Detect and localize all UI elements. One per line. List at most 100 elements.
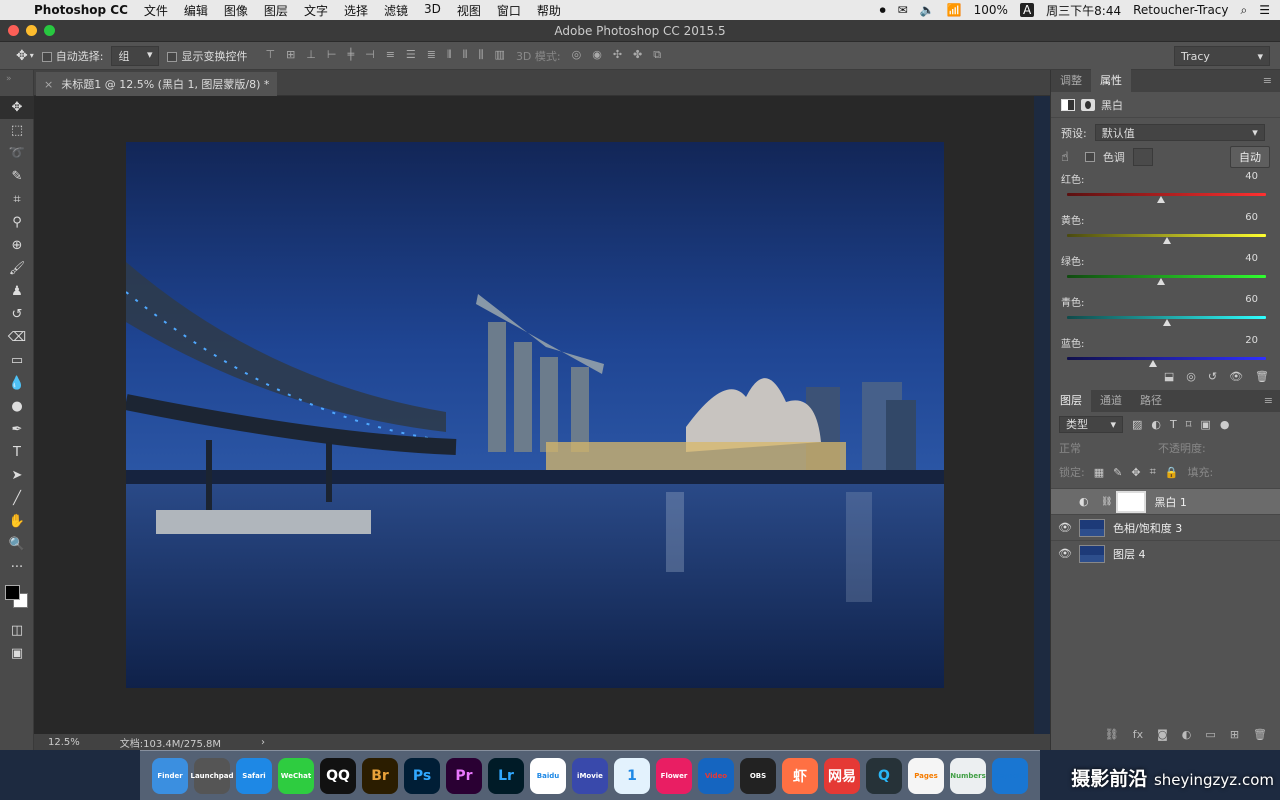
menu-item[interactable]: 3D bbox=[424, 2, 441, 19]
scale-3d-icon[interactable]: ⧉ bbox=[653, 48, 661, 64]
blend-mode[interactable]: 正常 bbox=[1059, 440, 1149, 456]
filter-adjustment-icon[interactable]: ◐ bbox=[1151, 418, 1161, 431]
align-hcenter-icon[interactable]: ╪ bbox=[347, 48, 354, 64]
gradient-tool-icon[interactable]: ▭ bbox=[0, 349, 34, 372]
menu-item[interactable]: 图像 bbox=[224, 2, 248, 19]
tab-properties[interactable]: 属性 bbox=[1091, 68, 1131, 92]
delete-adjustment-icon[interactable]: 🗑 bbox=[1255, 370, 1269, 383]
notification-center-icon[interactable]: ☰ bbox=[1259, 3, 1270, 17]
new-layer-icon[interactable]: ⊞ bbox=[1230, 728, 1239, 741]
visibility-eye-icon[interactable]: 👁 bbox=[1229, 370, 1243, 383]
distribute-bottom-icon[interactable]: ≣ bbox=[427, 48, 436, 64]
blur-tool-icon[interactable]: 💧 bbox=[0, 372, 34, 395]
menu-item[interactable]: 图层 bbox=[264, 2, 288, 19]
battery-status[interactable]: 100% bbox=[974, 3, 1008, 17]
dock-app-numbers[interactable]: Numbers bbox=[950, 757, 986, 794]
dock-app--[interactable]: 网易 bbox=[824, 757, 860, 794]
dock-app-baidu[interactable]: Baidu bbox=[530, 757, 566, 794]
layer-name[interactable]: 图层 4 bbox=[1113, 546, 1146, 562]
dock-app-safari[interactable]: Safari bbox=[236, 757, 272, 794]
visibility-eye-icon[interactable]: 👁 bbox=[1051, 521, 1079, 534]
menu-item[interactable]: 选择 bbox=[344, 2, 368, 19]
clone-stamp-tool-icon[interactable]: ♟ bbox=[0, 280, 34, 303]
dock-app-launchpad[interactable]: Launchpad bbox=[190, 757, 234, 794]
dock-app-imovie[interactable]: iMovie bbox=[572, 757, 608, 794]
new-group-icon[interactable]: ▭ bbox=[1205, 728, 1215, 741]
user-name[interactable]: Retoucher-Tracy bbox=[1133, 3, 1228, 17]
auto-select-dropdown[interactable]: 组 ▾ bbox=[111, 45, 160, 66]
view-previous-icon[interactable]: ◎ bbox=[1186, 370, 1196, 383]
distribute-hcenter-icon[interactable]: ⦀ bbox=[463, 48, 468, 64]
drag-3d-icon[interactable]: ✣ bbox=[613, 48, 622, 64]
panel-menu-icon[interactable]: ≡ bbox=[1263, 74, 1272, 87]
layer-style-icon[interactable]: fx bbox=[1133, 728, 1143, 741]
menu-item[interactable]: 文字 bbox=[304, 2, 328, 19]
clock[interactable]: 周三下午8:44 bbox=[1046, 2, 1121, 19]
dock-app-keynote[interactable]: Keynote bbox=[992, 757, 1028, 794]
dock-app-pages[interactable]: Pages bbox=[908, 757, 944, 794]
pen-tool-icon[interactable]: ✒ bbox=[0, 418, 34, 441]
slider-value[interactable]: 40 bbox=[1245, 171, 1258, 186]
slider-value[interactable]: 60 bbox=[1245, 212, 1258, 227]
status-chevron-icon[interactable]: › bbox=[261, 737, 265, 748]
slider-track[interactable] bbox=[1067, 234, 1266, 244]
menu-item[interactable]: 视图 bbox=[457, 2, 481, 19]
layer-mask-thumbnail[interactable] bbox=[1116, 490, 1147, 513]
distribute-left-icon[interactable]: ⫴ bbox=[447, 48, 452, 64]
reset-icon[interactable]: ↺ bbox=[1208, 370, 1217, 383]
layer-name[interactable]: 黑白 1 bbox=[1154, 494, 1187, 510]
type-tool-icon[interactable]: T bbox=[0, 441, 34, 464]
slide-3d-icon[interactable]: ✤ bbox=[633, 48, 642, 64]
lock-pixels-icon[interactable]: ✎ bbox=[1113, 466, 1122, 479]
menu-item[interactable]: 滤镜 bbox=[384, 2, 408, 19]
dodge-tool-icon[interactable]: ● bbox=[0, 395, 34, 418]
add-mask-icon[interactable]: ◙ bbox=[1157, 728, 1168, 741]
layers-menu-icon[interactable]: ≡ bbox=[1264, 394, 1273, 407]
color-slider[interactable]: 青色: 60 bbox=[1051, 294, 1280, 331]
link-layers-icon[interactable]: ⛓ bbox=[1105, 728, 1119, 741]
menu-item[interactable]: 帮助 bbox=[537, 2, 561, 19]
spotlight-icon[interactable]: ⌕ bbox=[1241, 3, 1248, 18]
slider-value[interactable]: 60 bbox=[1245, 294, 1258, 309]
delete-layer-icon[interactable]: 🗑 bbox=[1253, 728, 1267, 741]
dock-app-wechat[interactable]: WeChat bbox=[278, 757, 314, 794]
auto-align-icon[interactable]: ▥ bbox=[495, 48, 505, 64]
more-tools-icon[interactable]: ··· bbox=[0, 556, 34, 579]
quick-mask-icon[interactable]: ◫ bbox=[0, 619, 34, 642]
filter-smart-object-icon[interactable]: ▣ bbox=[1200, 418, 1210, 431]
clip-to-layer-icon[interactable]: ⬓ bbox=[1164, 370, 1174, 383]
layer-filter-dropdown[interactable]: 类型 ▾ bbox=[1059, 415, 1123, 433]
slider-track[interactable] bbox=[1067, 357, 1266, 367]
layer-mask-icon[interactable] bbox=[1081, 98, 1095, 111]
layer-name[interactable]: 色相/饱和度 3 bbox=[1113, 520, 1182, 536]
distribute-top-icon[interactable]: ≡ bbox=[386, 48, 395, 64]
slider-thumb[interactable] bbox=[1162, 319, 1171, 326]
lock-artboard-icon[interactable]: ⌗ bbox=[1150, 465, 1156, 479]
workspace-switcher[interactable]: Tracy ▾ bbox=[1174, 46, 1270, 66]
align-right-icon[interactable]: ⊣ bbox=[365, 48, 375, 64]
hand-tool-icon[interactable]: ✋ bbox=[0, 510, 34, 533]
filter-toggle-icon[interactable]: ● bbox=[1220, 418, 1230, 431]
chat-icon[interactable]: ✉ bbox=[898, 3, 908, 17]
crop-tool-icon[interactable]: ⌗ bbox=[0, 188, 34, 211]
targeted-adjust-hand-icon[interactable]: ☝ bbox=[1061, 150, 1069, 165]
dock-app-obs[interactable]: OBS bbox=[740, 757, 776, 794]
menu-item[interactable]: 文件 bbox=[144, 2, 168, 19]
line-tool-icon[interactable]: ╱ bbox=[0, 487, 34, 510]
minimize-button[interactable] bbox=[26, 25, 37, 36]
dock-app-pr[interactable]: Pr bbox=[446, 757, 482, 794]
zoom-button[interactable] bbox=[44, 25, 55, 36]
auto-button[interactable]: 自动 bbox=[1230, 146, 1270, 168]
align-bottom-icon[interactable]: ⊥ bbox=[306, 48, 316, 64]
dock-app-1[interactable]: 1 bbox=[614, 757, 650, 794]
adjustment-layer-icon[interactable] bbox=[1061, 98, 1075, 111]
move-tool-icon[interactable]: ✥ bbox=[0, 96, 34, 119]
layer-row[interactable]: 👁 图层 4 bbox=[1051, 540, 1280, 566]
brush-tool-icon[interactable]: 🖌 bbox=[0, 257, 34, 280]
collapse-tools-icon[interactable]: » bbox=[0, 70, 33, 96]
align-left-icon[interactable]: ⊢ bbox=[327, 48, 337, 64]
path-select-tool-icon[interactable]: ➤ bbox=[0, 464, 34, 487]
color-slider[interactable]: 红色: 40 bbox=[1051, 171, 1280, 208]
screen-mode-icon[interactable]: ▣ bbox=[0, 642, 34, 665]
color-slider[interactable]: 黄色: 60 bbox=[1051, 212, 1280, 249]
